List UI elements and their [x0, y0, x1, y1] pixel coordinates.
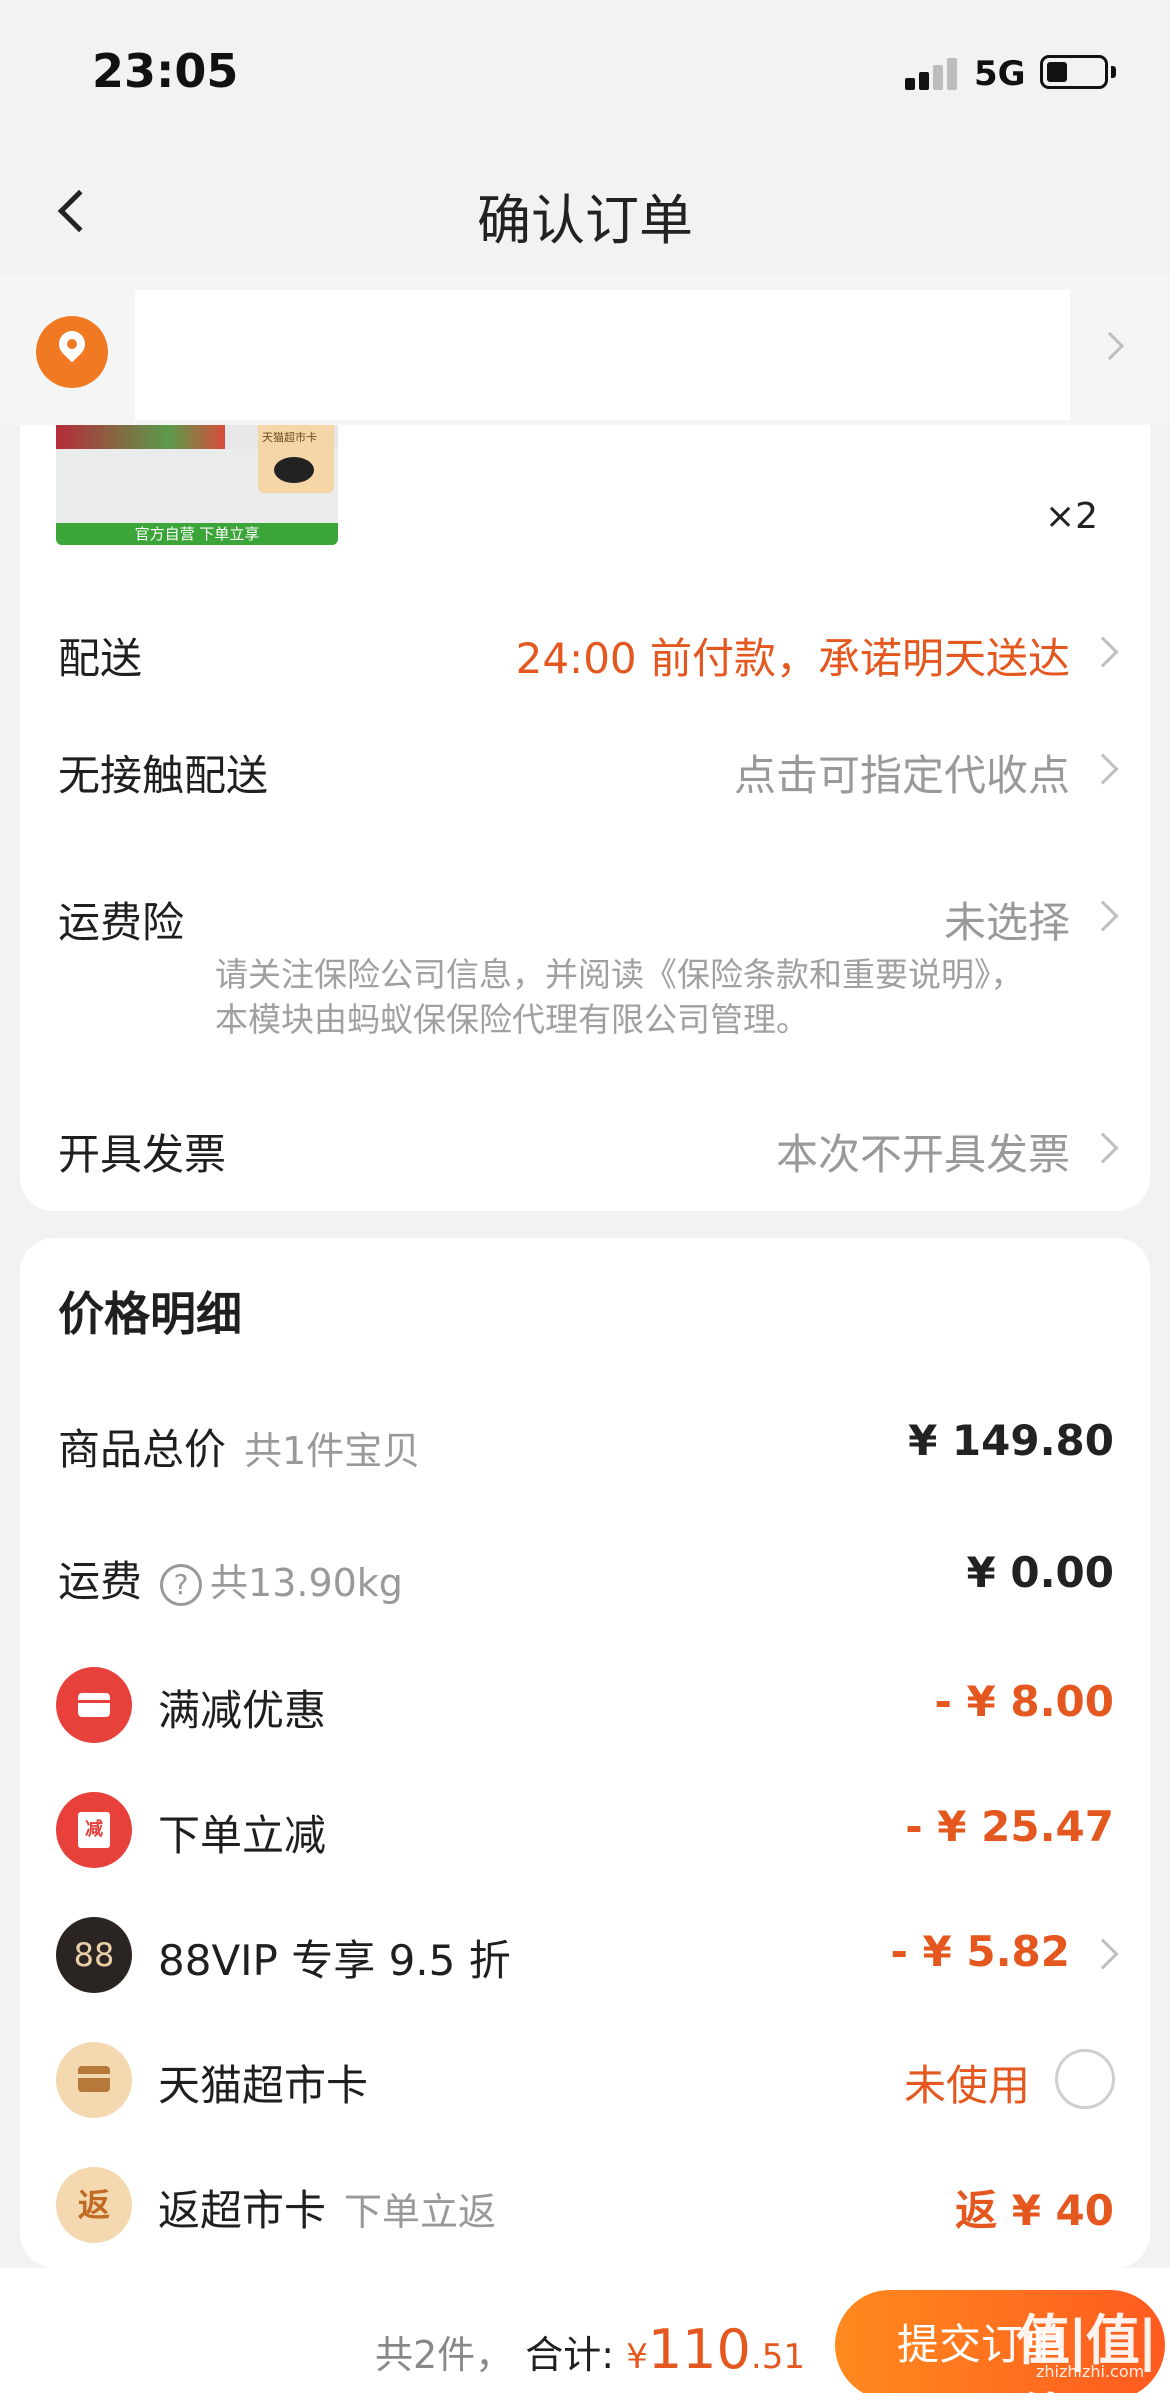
goods-count: 共1件宝贝	[244, 1429, 421, 1473]
total-currency: ¥	[626, 2337, 648, 2377]
price-detail-card	[20, 1238, 1150, 2268]
status-time: 23:05	[92, 44, 239, 98]
battery-icon	[1040, 55, 1108, 89]
status-bar: 23:05 5G	[0, 0, 1170, 150]
full-discount-value: - ¥ 8.00	[934, 1677, 1114, 1726]
wallet-icon	[56, 2042, 132, 2118]
coupon-icon	[56, 1667, 132, 1743]
shipping-row: 运费? 共13.90kg	[58, 1548, 403, 1609]
delivery-value[interactable]: 24:00 前付款，承诺明天送达	[516, 625, 1070, 686]
contactless-value[interactable]: 点击可指定代收点	[734, 742, 1070, 803]
invoice-label: 开具发票	[58, 1130, 227, 1179]
network-label: 5G	[974, 54, 1026, 94]
insurance-label: 运费险	[58, 898, 185, 947]
goods-total-row: 商品总价 共1件宝贝	[58, 1416, 420, 1477]
rebate-icon: 返	[56, 2167, 132, 2243]
delivery-label: 配送	[58, 634, 143, 683]
goods-total-label: 商品总价	[58, 1425, 227, 1474]
address-content[interactable]	[135, 290, 1070, 420]
rebate-sub: 下单立返	[344, 2190, 497, 2234]
product-quantity: ×2	[1045, 496, 1099, 537]
tmall-card-label: 天猫超市卡	[158, 2061, 369, 2110]
price-detail-title: 价格明细	[58, 1287, 242, 1341]
page-title: 确认订单	[477, 189, 693, 252]
instant-discount-label: 下单立减	[158, 1811, 327, 1860]
insurance-note: 请关注保险公司信息，并阅读《保险条款和重要说明》，本模块由蚂蚁保保险代理有限公司…	[215, 955, 1024, 1039]
watermark-url: zhizhizhi.com	[1036, 2362, 1145, 2381]
vip-88-icon: 88	[56, 1917, 132, 1993]
rebate-row: 返超市卡 下单立返	[158, 2177, 496, 2238]
help-icon[interactable]: ?	[160, 1563, 203, 1606]
location-pin-icon	[36, 316, 108, 388]
rebate-label: 返超市卡	[158, 2186, 327, 2235]
shipping-value: ¥ 0.00	[966, 1548, 1114, 1597]
battery-cap	[1111, 66, 1116, 78]
nav-bar: 确认订单	[0, 150, 1170, 275]
product-thumbnail[interactable]: 天猫超市卡 官方自营 下单立享	[56, 425, 338, 545]
shipping-label: 运费	[58, 1557, 143, 1606]
tmall-cat-logo	[274, 457, 314, 483]
tmall-card-status: 未使用	[903, 2061, 1030, 2110]
total-integer: 110	[647, 2318, 751, 2381]
contactless-label: 无接触配送	[58, 751, 269, 800]
item-count: 共2件，	[375, 2333, 514, 2377]
signal-icon	[905, 56, 961, 90]
invoice-value[interactable]: 本次不开具发票	[776, 1121, 1070, 1182]
insurance-value[interactable]: 未选择	[944, 889, 1070, 950]
order-total: 共2件， 合计: ¥110.51	[375, 2318, 805, 2381]
vip-discount-value[interactable]: - ¥ 5.82	[890, 1927, 1070, 1976]
full-discount-label: 满减优惠	[158, 1686, 327, 1735]
shipping-weight: 共13.90kg	[210, 1561, 403, 1605]
instant-discount-icon: 减	[56, 1792, 132, 1868]
rebate-value: 返 ¥ 40	[955, 2186, 1114, 2235]
total-decimal: .51	[750, 2337, 805, 2377]
thumbnail-card-text: 天猫超市卡	[262, 431, 317, 444]
thumbnail-banner: 官方自营 下单立享	[56, 523, 338, 545]
vip-discount-label: 88VIP 专享 9.5 折	[158, 1936, 511, 1985]
instant-discount-value: - ¥ 25.47	[905, 1802, 1114, 1851]
goods-total-value: ¥ 149.80	[908, 1416, 1114, 1465]
tmall-card-radio[interactable]	[1055, 2049, 1115, 2109]
total-label: 合计:	[525, 2333, 615, 2377]
